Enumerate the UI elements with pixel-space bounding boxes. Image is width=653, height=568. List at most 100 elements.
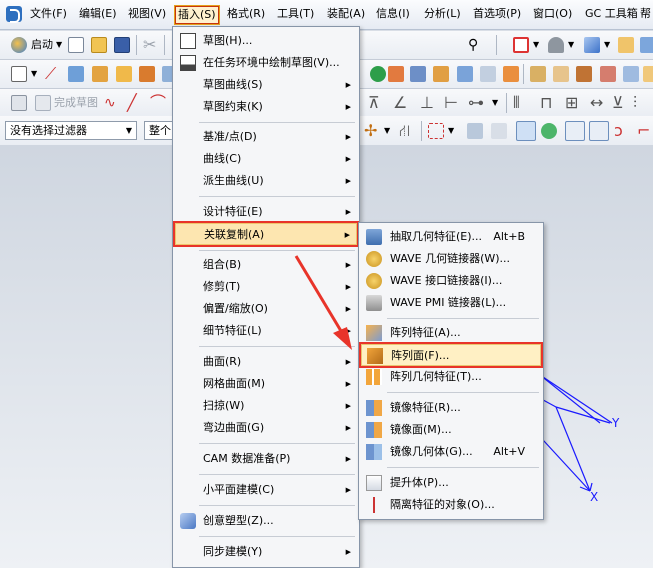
offset-face-icon[interactable] [503,66,519,82]
snap-control-icon[interactable] [516,121,536,141]
sweep-icon[interactable] [576,66,592,82]
rectangle-select-icon[interactable] [428,123,444,139]
constraint-dropdown-icon[interactable]: ▼ [492,95,498,111]
surface-icon[interactable] [623,66,639,82]
sketch-curve-icon[interactable]: ⟋ [45,66,56,82]
insert-menu-item-sketch-curve[interactable]: 草图曲线(S) ▶ [175,74,357,96]
profile-icon[interactable]: ∿ [104,95,116,111]
select-body-icon[interactable] [467,123,483,139]
insert-menu-item-trim[interactable]: 修剪(T) ▶ [175,276,357,298]
menu-format[interactable]: 格式(R) [224,5,268,25]
snap-dropdown-icon[interactable]: ▼ [384,123,390,139]
start-icon[interactable] [11,37,27,53]
inferred-dimension-icon[interactable]: ⊢ [444,95,458,111]
insert-menu-item-offset-scale[interactable]: 偏置/缩放(O) ▶ [175,298,357,320]
perpendicular-icon[interactable]: ⊥ [420,95,434,111]
select-face-icon[interactable] [491,123,507,139]
layout-grid-icon[interactable] [513,37,529,53]
start-label[interactable]: 启动 [31,37,53,53]
insert-menu-item-sketch-constraint[interactable]: 草图约束(K) ▶ [175,96,357,118]
menu-insert[interactable]: 插入(S) [174,5,220,25]
menu-gc-toolbox[interactable]: GC 工具箱 [582,5,641,25]
radius-dimension-icon[interactable]: ⊻ [612,95,624,111]
menu-tools[interactable]: 工具(T) [274,5,317,25]
insert-menu-item-creative-modeling[interactable]: 创意塑型(Z)... [175,510,357,532]
submenu-item-mirror-face[interactable]: 镜像面(M)... [361,419,541,441]
insert-menu-item-mesh-surface[interactable]: 网格曲面(M) ▶ [175,373,357,395]
parallel-icon[interactable]: ⫴ [513,95,520,111]
shell-icon[interactable] [433,66,449,82]
sketch-plane-icon[interactable] [11,95,27,111]
app-logo-icon[interactable] [6,6,22,23]
pattern-icon[interactable] [530,66,546,82]
insert-menu-item-curve[interactable]: 曲线(C) ▶ [175,148,357,170]
submenu-item-wave-geometry-linker[interactable]: WAVE 几何链接器(W)... [361,248,541,270]
arc-icon[interactable]: ⌒ [150,95,166,111]
boss-icon[interactable] [139,66,155,82]
submenu-item-pattern-feature[interactable]: 阵列特征(A)... [361,322,541,344]
layout-dropdown-icon[interactable]: ▼ [533,37,539,53]
new-file-icon[interactable] [68,37,84,53]
rectangle-dropdown-icon[interactable]: ▼ [31,66,37,82]
insert-menu-item-sketch-in-task[interactable]: 在任务环境中绘制草图(V)... [175,52,357,74]
menu-preferences[interactable]: 首选项(P) [470,5,524,25]
menu-information[interactable]: 信息(I) [373,5,413,25]
line-icon[interactable]: ╱ [127,95,137,111]
view-orient-icon[interactable] [584,37,600,53]
menu-assembly[interactable]: 装配(A) [324,5,368,25]
menu-file[interactable]: 文件(F) [27,5,70,25]
submenu-item-wave-pmi-linker[interactable]: WAVE PMI 链接器(L)... [361,292,541,314]
save-icon[interactable] [114,37,130,53]
chamfer-icon[interactable] [410,66,426,82]
snap-center-icon[interactable] [541,123,557,139]
submenu-item-promote-body[interactable]: 提升体(P)... [361,472,541,494]
trim-body-icon[interactable] [480,66,496,82]
insert-menu-item-design-feature[interactable]: 设计特征(E) ▶ [175,201,357,223]
horizontal-constraint-icon[interactable]: ⊶ [468,95,484,111]
open-folder-icon[interactable] [91,37,107,53]
insert-menu-item-datum-point[interactable]: 基准/点(D) ▶ [175,126,357,148]
menu-window[interactable]: 窗口(O) [530,5,575,25]
finish-sketch-label[interactable]: 完成草图 [54,95,98,111]
mirror-icon[interactable] [553,66,569,82]
angle-constraint-icon[interactable]: ∠ [393,95,407,111]
submenu-item-isolate-feature[interactable]: 隔离特征的对象(O)... [361,494,541,516]
insert-menu-item-derived-curve[interactable]: 派生曲线(U) ▶ [175,170,357,192]
submenu-item-mirror-feature[interactable]: 镜像特征(R)... [361,397,541,419]
search-icon[interactable]: ⚲ [468,37,478,53]
render-style-icon[interactable] [548,37,564,53]
snap-endpoint-icon[interactable] [565,121,585,141]
revolve-icon[interactable] [92,66,108,82]
boolean-icon[interactable] [370,66,386,82]
rectangle-icon[interactable] [11,66,27,82]
toolbar-more-icon[interactable] [643,66,653,82]
selection-filter-select[interactable]: 没有选择过滤器 ▼ [5,121,137,140]
snap-curve-icon[interactable]: ↄ [614,123,623,139]
selection-scope-select[interactable]: 整个 [144,121,174,140]
insert-menu-item-combine[interactable]: 组合(B) ▶ [175,254,357,276]
dimension-icon[interactable]: ↔ [590,95,603,111]
through-curves-icon[interactable] [600,66,616,82]
menu-help[interactable]: 帮 [637,5,653,25]
submenu-item-pattern-face[interactable]: 阵列面(F)... [361,344,541,366]
insert-menu-item-facet-modeling[interactable]: 小平面建模(C) ▶ [175,479,357,501]
insert-menu-item-detail-feature[interactable]: 细节特征(L) ▶ [175,320,357,342]
finish-sketch-icon[interactable] [35,95,51,111]
orient-dropdown-icon[interactable]: ▼ [604,37,610,53]
wcs-icon[interactable] [618,37,634,53]
submenu-item-extract-geometry[interactable]: 抽取几何特征(E)... Alt+B [361,226,541,248]
snap-midpoint-icon[interactable] [589,121,609,141]
menu-edit[interactable]: 编辑(E) [76,5,120,25]
toolbar-more-icon[interactable]: ⫶ [633,95,637,111]
submenu-item-pattern-geometry[interactable]: 阵列几何特征(T)... [361,366,541,388]
snap-point-icon[interactable]: ✢ [364,123,377,139]
render-dropdown-icon[interactable]: ▼ [568,37,574,53]
insert-menu-item-associative-copy[interactable]: 关联复制(A) ▶ [175,223,357,245]
insert-menu-item-flange-surface[interactable]: 弯边曲面(G) ▶ [175,417,357,439]
blend-icon[interactable] [388,66,404,82]
insert-menu-item-cam-data-prep[interactable]: CAM 数据准备(P) ▶ [175,448,357,470]
draft-icon[interactable] [457,66,473,82]
extrude-icon[interactable] [68,66,84,82]
symmetric-icon[interactable]: ⊞ [565,95,578,111]
insert-menu-item-synchronous-modeling[interactable]: 同步建模(Y) ▶ [175,541,357,563]
